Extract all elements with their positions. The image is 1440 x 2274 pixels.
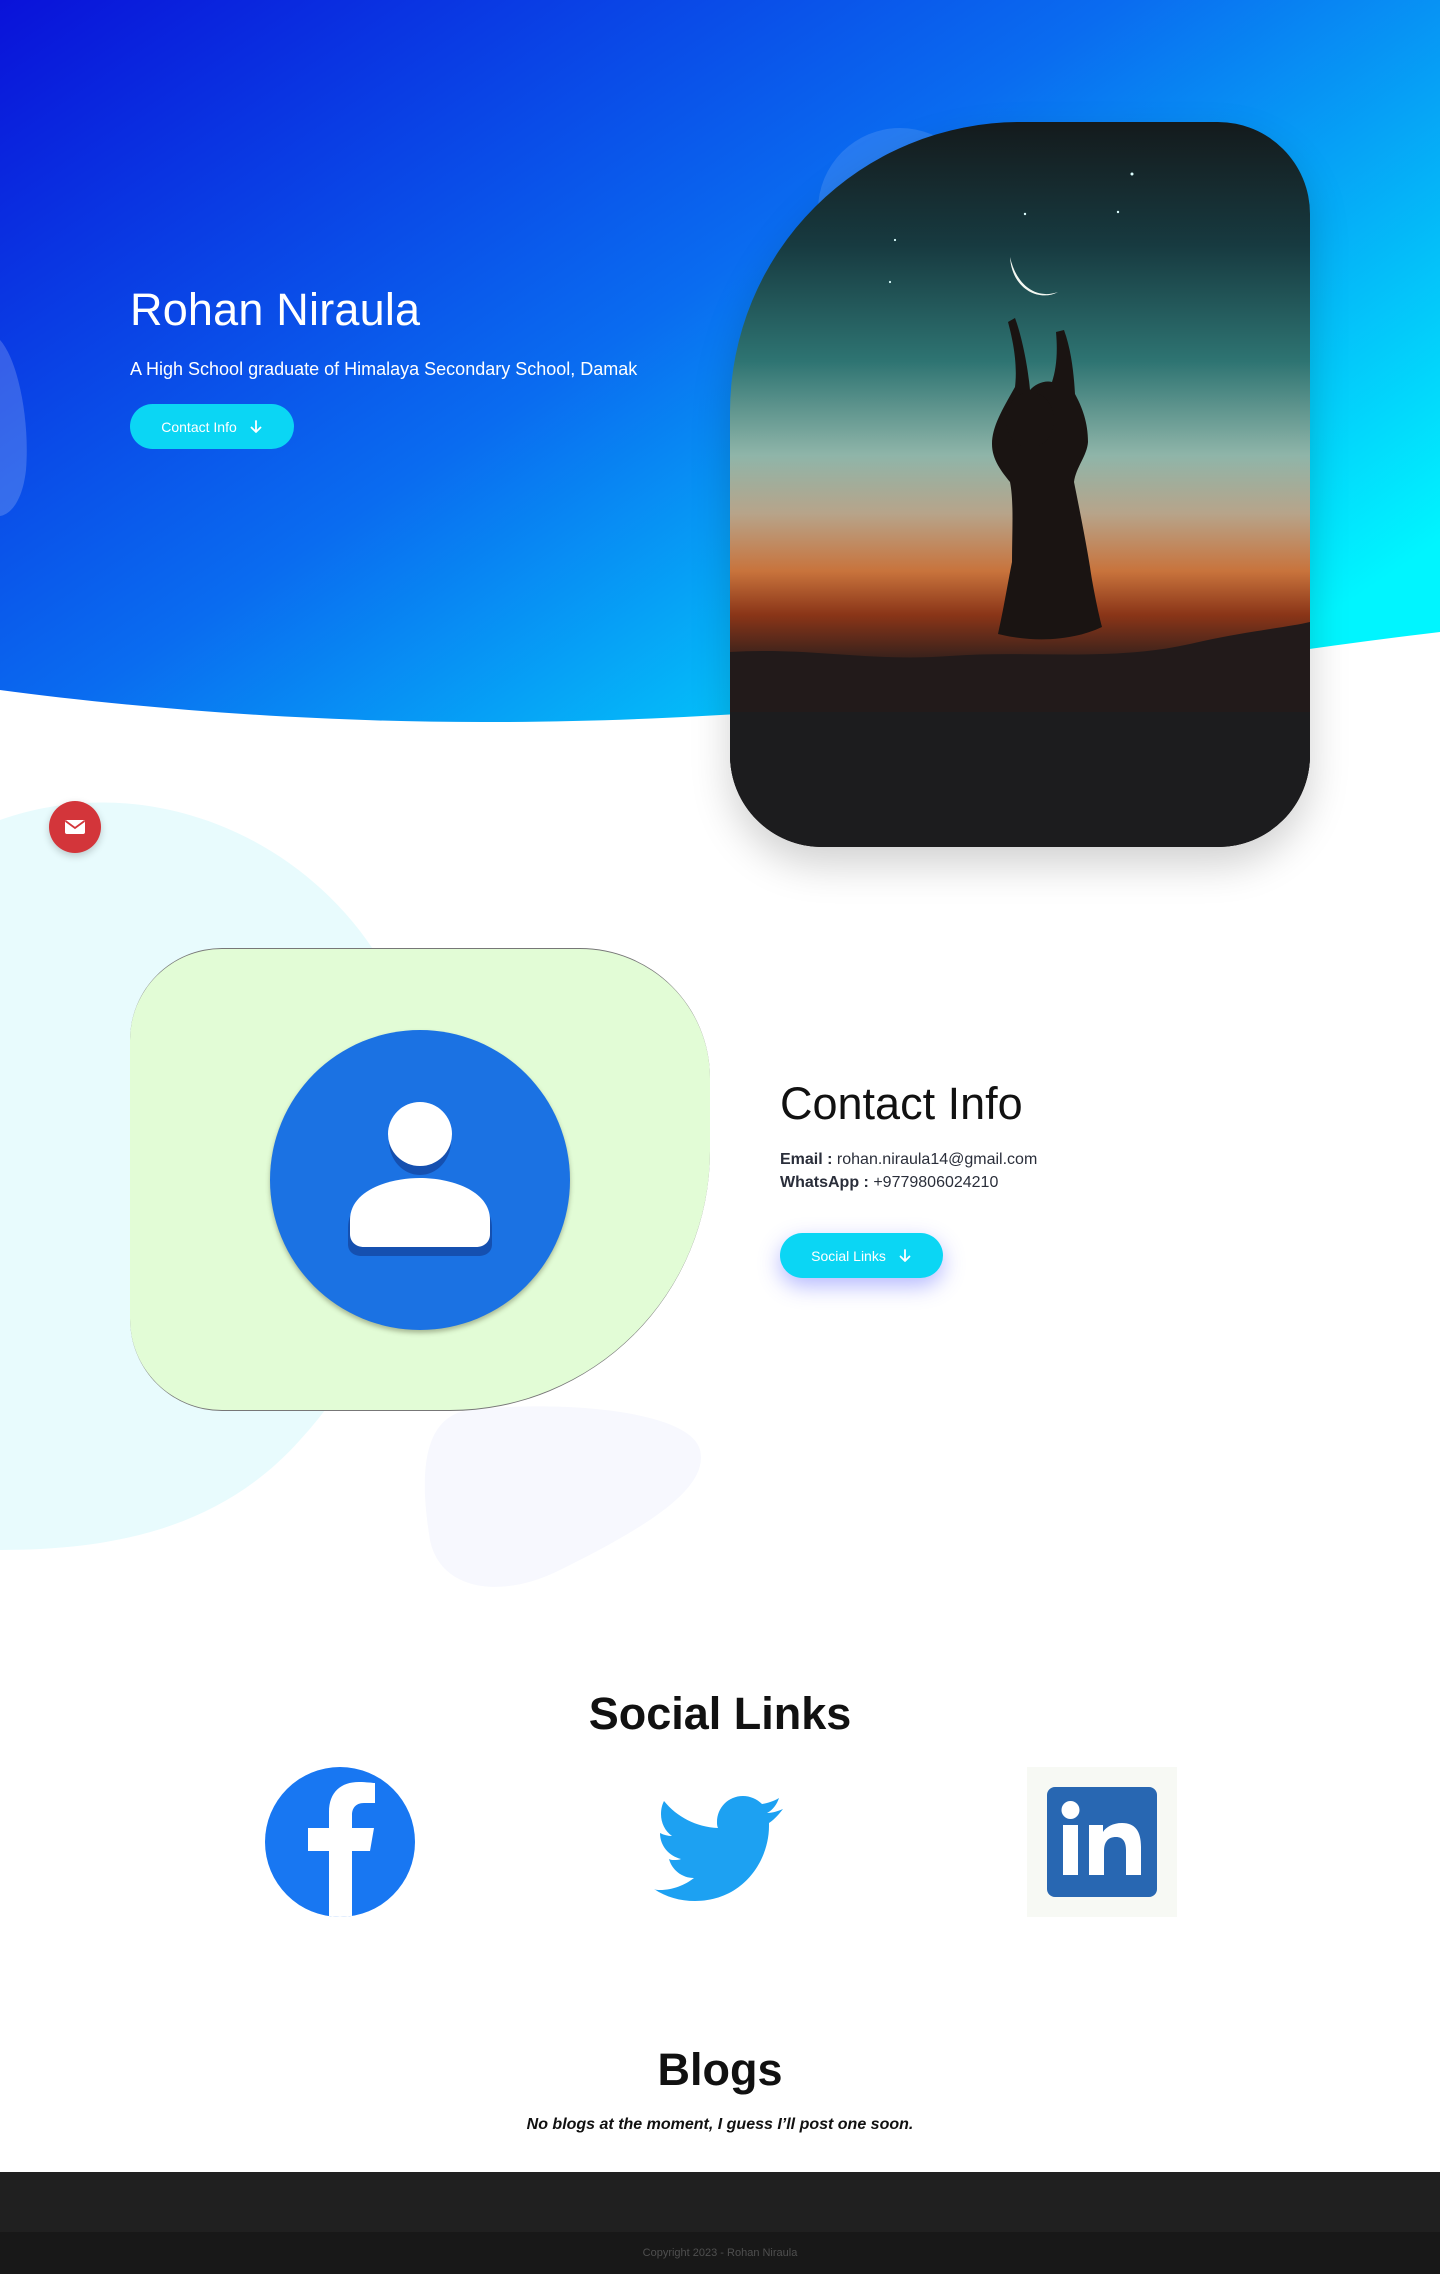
social-title: Social Links [588,1688,852,1739]
contact-title: Contact Info [780,1078,1023,1129]
facebook-icon [265,1767,415,1917]
hero-text-block: Rohan Niraula A High School graduate of … [130,282,770,380]
mail-button[interactable] [49,801,101,853]
linkedin-link[interactable] [1027,1767,1177,1917]
twitter-link[interactable] [645,1767,795,1917]
social-links-button-label: Social Links [811,1247,886,1264]
social-links-button[interactable]: Social Links [780,1233,943,1278]
whatsapp-label: WhatsApp : [780,1174,869,1191]
envelope-icon [64,820,86,834]
contact-info-button[interactable]: Contact Info [130,404,294,449]
facebook-link[interactable] [265,1767,415,1917]
contact-details: Email : rohan.niraula14@gmail.com WhatsA… [780,1148,1037,1194]
hero-photo [730,122,1310,847]
contact-avatar [270,1030,570,1330]
footer-top-bar [0,2172,1440,2232]
whatsapp-value: +9779806024210 [873,1174,999,1191]
page: Rohan Niraula A High School graduate of … [0,0,1440,2274]
whatsapp-line: WhatsApp : +9779806024210 [780,1171,1037,1194]
contact-info-button-label: Contact Info [161,418,237,435]
person-icon [348,1102,492,1256]
arrow-down-icon [899,1248,911,1262]
email-value: rohan.niraula14@gmail.com [836,1151,1038,1168]
linkedin-icon [1047,1787,1157,1897]
copyright-text: Copyright 2023 - Rohan Niraula [642,2247,798,2259]
email-label: Email : [780,1151,833,1168]
twitter-icon [654,1796,783,1901]
arrow-down-icon [250,419,262,433]
hero-name: Rohan Niraula [130,284,421,335]
blogs-title: Blogs [657,2044,783,2095]
footer: Copyright 2023 - Rohan Niraula [0,2232,1440,2274]
silhouette-moon-image [730,122,1310,847]
email-line: Email : rohan.niraula14@gmail.com [780,1148,1037,1171]
blogs-empty-note: No blogs at the moment, I guess I’ll pos… [526,2116,914,2133]
hero-subtitle: A High School graduate of Himalaya Secon… [130,359,638,379]
